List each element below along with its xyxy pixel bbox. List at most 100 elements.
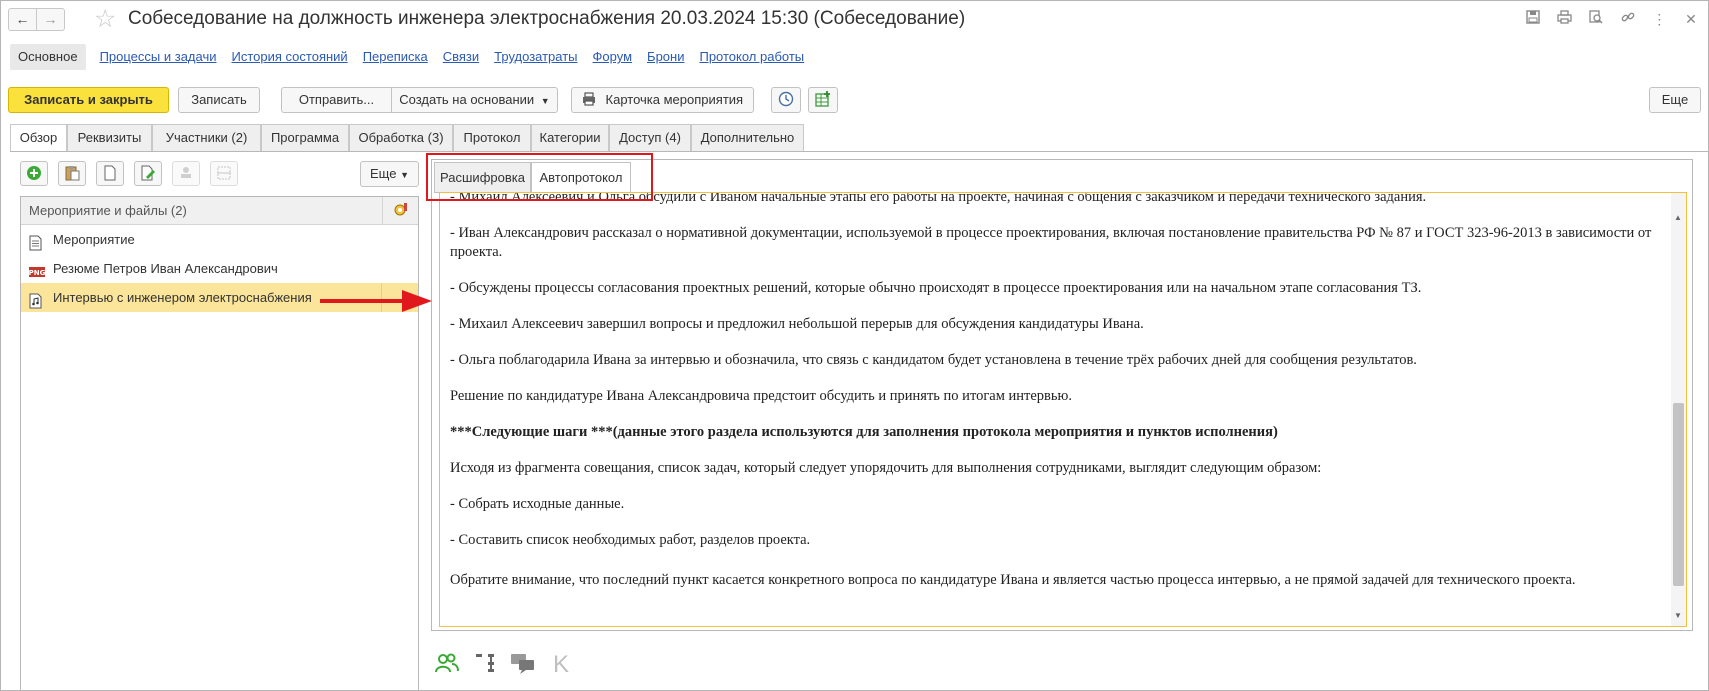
scan-icon: [217, 166, 231, 180]
nav-osnovnoe[interactable]: Основное: [10, 44, 86, 70]
content-panel: Расшифровка Автопротокол - Михаил Алексе…: [431, 159, 1693, 631]
event-card-label: Карточка мероприятия: [605, 92, 744, 107]
scrollbar-thumb[interactable]: [1673, 403, 1684, 586]
window-title: Собеседование на должность инженера элек…: [128, 8, 966, 29]
tab-additional[interactable]: Дополнительно: [691, 124, 804, 152]
svg-text:PNG: PNG: [29, 269, 45, 277]
chat-icon[interactable]: [510, 652, 536, 678]
scroll-up-icon[interactable]: ▲: [1674, 213, 1682, 222]
hierarchy-icon[interactable]: [472, 652, 498, 678]
protocol-paragraph: - Обсуждены процессы согласования проект…: [450, 280, 1422, 296]
protocol-paragraph: - Михаил Алексеевич завершил вопросы и п…: [450, 316, 1144, 332]
plus-circle-icon: [27, 166, 41, 180]
audio-file-icon: [29, 290, 44, 309]
vertical-scrollbar[interactable]: ▲ ▼: [1671, 193, 1686, 626]
tab-program[interactable]: Программа: [261, 124, 349, 152]
create-based-on-label: Создать на основании: [399, 92, 535, 107]
protocol-paragraph: Решение по кандидатуре Ивана Александров…: [450, 388, 1072, 404]
users-icon[interactable]: [434, 652, 460, 678]
title-bar: ← → ☆ Собеседование на должность инженер…: [8, 5, 1701, 33]
tab-protocol[interactable]: Протокол: [453, 124, 531, 152]
print-icon: [582, 90, 596, 106]
more-button[interactable]: Еще: [1649, 87, 1701, 113]
command-bar: Записать и закрыть Записать Отправить...…: [8, 87, 1701, 114]
section-nav: Основное Процессы и задачи История состоян…: [10, 44, 819, 72]
add-report-button[interactable]: [808, 87, 838, 113]
dropdown-arrow-icon: ▼: [540, 96, 550, 106]
forward-button[interactable]: →: [36, 8, 65, 31]
protocol-paragraph: Исходя из фрагмента совещания, список за…: [450, 460, 1322, 476]
save-button[interactable]: Записать: [178, 87, 260, 113]
blank-file-icon: [104, 165, 116, 181]
tab-categories[interactable]: Категории: [531, 124, 609, 152]
nav-links[interactable]: Связи: [443, 44, 479, 70]
back-button[interactable]: ←: [8, 8, 37, 31]
protocol-paragraph: Обратите внимание, что последний пункт к…: [450, 572, 1576, 588]
new-file-button[interactable]: [96, 161, 124, 186]
tab-overview[interactable]: Обзор: [10, 124, 67, 152]
more-vertical-icon[interactable]: ⋮: [1649, 9, 1669, 29]
favorite-star-icon[interactable]: ☆: [94, 5, 116, 33]
red-arrow-icon: [320, 290, 432, 312]
save-icon[interactable]: [1523, 9, 1543, 29]
k-icon[interactable]: K: [548, 652, 574, 678]
close-icon[interactable]: ✕: [1681, 9, 1701, 29]
tab-divider: [10, 151, 1709, 152]
list-header: Мероприятие и файлы (2): [21, 197, 418, 225]
search-doc-icon[interactable]: [1586, 9, 1606, 29]
event-card-button[interactable]: Карточка мероприятия: [571, 87, 754, 113]
autoprotocol-text: - Михаил Алексеевич и Ольга обсудили с И…: [450, 193, 1665, 590]
spreadsheet-add-icon: [815, 91, 831, 107]
scroll-down-icon[interactable]: ▼: [1674, 611, 1682, 620]
protocol-paragraph: - Собрать исходные данные.: [450, 496, 625, 512]
add-button[interactable]: [20, 161, 48, 186]
document-icon: [29, 232, 44, 251]
nav-labor-costs[interactable]: Трудозатраты: [494, 44, 577, 70]
history-button[interactable]: [771, 87, 801, 113]
png-file-icon: PNG: [29, 261, 46, 277]
autoprotocol-text-area[interactable]: - Михаил Алексеевич и Ольга обсудили с И…: [439, 192, 1687, 627]
list-item-label: Резюме Петров Иван Александрович: [53, 261, 278, 276]
column-settings-icon[interactable]: [382, 197, 418, 224]
print-icon[interactable]: [1555, 9, 1575, 29]
list-item-label: Мероприятие: [53, 232, 135, 247]
clipboard-icon: [65, 166, 80, 181]
create-based-on-button[interactable]: Создать на основании ▼: [391, 87, 558, 113]
protocol-paragraph: - Ольга поблагодарила Ивана за интервью …: [450, 352, 1417, 368]
stamp-button[interactable]: [172, 161, 200, 186]
nav-correspondence[interactable]: Переписка: [363, 44, 428, 70]
nav-forum[interactable]: Форум: [593, 44, 633, 70]
protocol-paragraph: - Составить список необходимых работ, ра…: [450, 532, 811, 548]
nav-processes-tasks[interactable]: Процессы и задачи: [100, 44, 217, 70]
files-list: Мероприятие и файлы (2) Мероприятие PNG …: [20, 196, 419, 691]
files-more-button[interactable]: Еще ▼: [360, 161, 419, 187]
list-item-event[interactable]: Мероприятие: [21, 225, 418, 254]
next-steps-heading: ***Следующие шаги ***(данные этого разде…: [450, 424, 1278, 440]
files-more-label: Еще: [370, 166, 397, 181]
tab-details[interactable]: Реквизиты: [67, 124, 152, 152]
arrow-left-icon: ←: [15, 11, 30, 27]
stamp-icon: [181, 167, 191, 178]
nav-work-log[interactable]: Протокол работы: [699, 44, 804, 70]
nav-state-history[interactable]: История состояний: [232, 44, 348, 70]
send-button[interactable]: Отправить...: [281, 87, 392, 113]
window-actions: ⋮ ✕: [1515, 9, 1701, 29]
tab-processing[interactable]: Обработка (3): [349, 124, 453, 152]
paste-button[interactable]: [58, 161, 86, 186]
tab-participants[interactable]: Участники (2): [152, 124, 261, 152]
link-icon[interactable]: [1618, 9, 1638, 29]
edit-file-icon: [141, 165, 155, 181]
scan-button[interactable]: [210, 161, 238, 186]
list-item-label: Интервью с инженером электроснабжения: [53, 290, 312, 305]
protocol-paragraph: - Иван Александрович рассказал о нормати…: [450, 225, 1652, 260]
list-header-label[interactable]: Мероприятие и файлы (2): [29, 197, 187, 224]
list-item-resume[interactable]: PNG Резюме Петров Иван Александрович: [21, 254, 418, 283]
highlight-frame: [426, 153, 653, 201]
nav-reservations[interactable]: Брони: [647, 44, 684, 70]
clock-icon: [778, 91, 794, 107]
arrow-right-icon: →: [43, 11, 58, 27]
tab-access[interactable]: Доступ (4): [609, 124, 691, 152]
dropdown-arrow-icon: ▼: [400, 170, 409, 180]
save-and-close-button[interactable]: Записать и закрыть: [8, 87, 169, 113]
edit-file-button[interactable]: [134, 161, 162, 186]
